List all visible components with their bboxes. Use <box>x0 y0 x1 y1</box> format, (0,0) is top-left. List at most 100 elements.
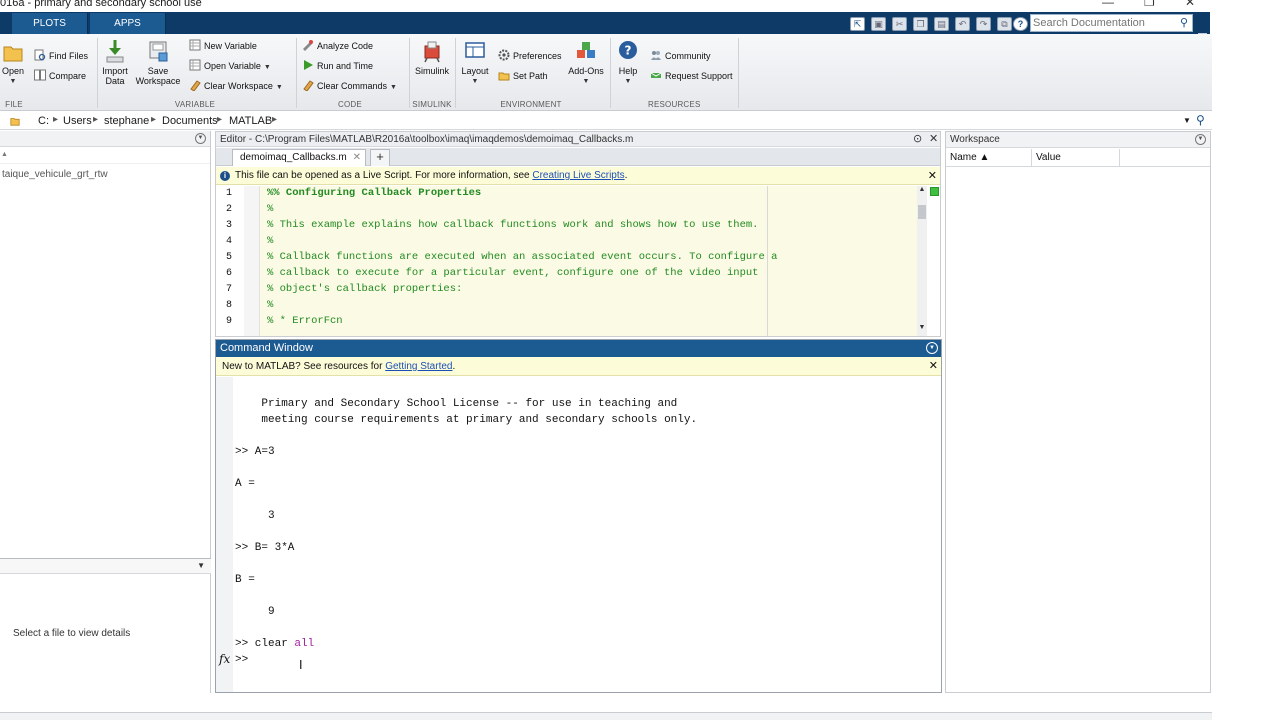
community-button[interactable]: Community <box>650 49 711 63</box>
new-variable-button[interactable]: New Variable <box>189 39 257 53</box>
code-line[interactable]: %% Configuring Callback Properties <box>267 187 481 199</box>
breadcrumb-users[interactable]: Users <box>63 115 92 127</box>
clear-commands-dropdown-icon[interactable]: ▼ <box>390 84 397 91</box>
code-line[interactable]: % <box>267 235 273 247</box>
column-name[interactable]: Name ▲ <box>946 149 1032 167</box>
list-item[interactable]: taique_vehicule_grt_rtw <box>2 169 108 180</box>
breadcrumb-separator[interactable]: ▸ <box>272 114 277 125</box>
open-dropdown-icon[interactable]: ▼ <box>2 77 24 87</box>
search-icon[interactable]: ⚲ <box>1180 16 1188 29</box>
tab-apps[interactable]: APPS <box>90 13 166 34</box>
redo-icon[interactable]: ↷ <box>976 17 991 31</box>
new-tab-button[interactable]: + <box>370 149 390 166</box>
code-line[interactable]: % <box>267 203 273 215</box>
close-button[interactable]: ✕ <box>1185 0 1195 9</box>
doc-search-input[interactable] <box>1031 15 1171 31</box>
close-icon[interactable]: ✕ <box>928 167 937 185</box>
run-and-time-button[interactable]: Run and Time <box>302 59 373 73</box>
breadcrumb-separator[interactable]: ▸ <box>93 114 98 125</box>
doc-search-box[interactable]: ⚲ <box>1030 14 1193 32</box>
code-line[interactable]: % This example explains how callback fun… <box>267 219 758 231</box>
breadcrumb-separator[interactable]: ▸ <box>53 114 58 125</box>
save-workspace-button[interactable]: Save Workspace <box>135 38 181 86</box>
panel-menu-icon[interactable]: ▼ <box>195 133 206 144</box>
breadcrumb-separator[interactable]: ▸ <box>151 114 156 125</box>
code-analyzer-ok-icon[interactable] <box>930 187 939 196</box>
command-line[interactable]: >> B= 3*A <box>235 542 294 554</box>
scroll-thumb[interactable] <box>918 205 926 219</box>
request-support-button[interactable]: Request Support <box>650 69 733 83</box>
set-path-button[interactable]: Set Path <box>498 69 548 83</box>
column-value[interactable]: Value <box>1032 149 1120 167</box>
chevron-down-icon[interactable]: ▼ <box>197 561 205 570</box>
save-icon[interactable]: ▣ <box>871 17 886 31</box>
breadcrumb-separator[interactable]: ▸ <box>217 114 222 125</box>
scroll-up-icon[interactable]: ▲ <box>917 186 927 193</box>
breadcrumb-documents[interactable]: Documents <box>162 115 218 127</box>
address-dropdown-icon[interactable]: ▼ <box>1183 116 1191 125</box>
search-icon[interactable]: ⚲ <box>1196 113 1205 127</box>
breadcrumb-matlab[interactable]: MATLAB <box>229 115 272 127</box>
analyze-code-button[interactable]: Analyze Code <box>302 39 373 53</box>
command-line[interactable]: A = <box>235 478 255 490</box>
undo-icon[interactable]: ↶ <box>955 17 970 31</box>
details-bar[interactable]: ▼ <box>0 558 211 574</box>
help-button[interactable]: ? Help ▼ <box>614 38 642 87</box>
command-line[interactable]: >> A=3 <box>235 446 275 458</box>
close-tab-icon[interactable]: ✕ <box>353 150 361 166</box>
open-button[interactable]: Open ▼ <box>2 38 24 87</box>
preferences-button[interactable]: Preferences <box>498 49 562 63</box>
editor-scrollbar[interactable]: ▲ ▼ <box>917 186 927 336</box>
add-ons-button[interactable]: Add-Ons ▼ <box>567 38 605 87</box>
compare-button[interactable]: Compare <box>34 69 86 83</box>
help-icon[interactable]: ? <box>1013 17 1028 31</box>
open-variable-button[interactable]: Open Variable ▼ <box>189 59 271 73</box>
scroll-down-icon[interactable]: ▼ <box>917 324 927 331</box>
import-data-button[interactable]: Import Data <box>101 38 129 86</box>
command-line[interactable]: Primary and Secondary School License -- … <box>235 398 677 410</box>
breadcrumb-c[interactable]: C: <box>38 115 49 127</box>
command-line[interactable]: >> <box>235 654 255 666</box>
tab-demoimaq-callbacks[interactable]: demoimaq_Callbacks.m ✕ <box>232 149 366 166</box>
code-line[interactable]: % * ErrorFcn <box>267 315 343 327</box>
copy-icon[interactable]: ❐ <box>913 17 928 31</box>
command-line[interactable]: 9 <box>235 606 275 618</box>
open-variable-dropdown-icon[interactable]: ▼ <box>264 64 271 71</box>
sort-ascending-icon[interactable]: ▲ <box>1 151 8 158</box>
creating-live-scripts-link[interactable]: Creating Live Scripts <box>532 170 624 181</box>
minimize-button[interactable]: — <box>1102 0 1114 9</box>
simulink-button[interactable]: Simulink <box>413 38 451 76</box>
tab-plots[interactable]: PLOTS <box>12 13 88 34</box>
switch-windows-icon[interactable]: ⧉ <box>997 17 1012 31</box>
close-icon[interactable]: ✕ <box>929 132 938 147</box>
add-ons-dropdown-icon[interactable]: ▼ <box>567 77 605 87</box>
code-line[interactable]: % callback to execute for a particular e… <box>267 267 758 279</box>
maximize-button[interactable]: ❐ <box>1144 0 1155 9</box>
code-line[interactable]: % <box>267 299 273 311</box>
getting-started-link[interactable]: Getting Started <box>385 361 452 372</box>
folder-icon[interactable] <box>10 116 20 126</box>
code-line[interactable]: % Callback functions are executed when a… <box>267 251 777 263</box>
code-line[interactable]: % object's callback properties: <box>267 283 462 295</box>
panel-menu-icon[interactable]: ▼ <box>1195 134 1206 145</box>
paste-icon[interactable]: ▤ <box>934 17 949 31</box>
clear-workspace-button[interactable]: Clear Workspace ▼ <box>189 79 283 93</box>
quick-access-icon[interactable]: ⇱ <box>850 17 865 31</box>
code-area[interactable]: 1 %% Configuring Callback Properties 2% 3 % … <box>216 186 927 336</box>
layout-dropdown-icon[interactable]: ▼ <box>459 77 491 87</box>
close-icon[interactable]: ✕ <box>929 357 938 376</box>
help-dropdown-icon[interactable]: ▼ <box>614 77 642 87</box>
clear-workspace-dropdown-icon[interactable]: ▼ <box>276 84 283 91</box>
clear-commands-button[interactable]: Clear Commands ▼ <box>302 79 397 93</box>
command-line[interactable]: >> clear all <box>235 638 314 650</box>
function-browser-icon[interactable]: fx <box>219 652 230 666</box>
command-line[interactable]: B = <box>235 574 255 586</box>
editor-menu-icon[interactable]: ⊙ <box>913 132 922 147</box>
command-window-menu-icon[interactable]: ▼ <box>926 342 938 354</box>
command-line[interactable]: meeting course requirements at primary a… <box>235 414 697 426</box>
layout-button[interactable]: Layout ▼ <box>459 38 491 87</box>
cut-icon[interactable]: ✂ <box>892 17 907 31</box>
command-line[interactable]: 3 <box>235 510 275 522</box>
find-files-button[interactable]: Find Files <box>34 49 88 63</box>
breadcrumb-stephane[interactable]: stephane <box>104 115 149 127</box>
